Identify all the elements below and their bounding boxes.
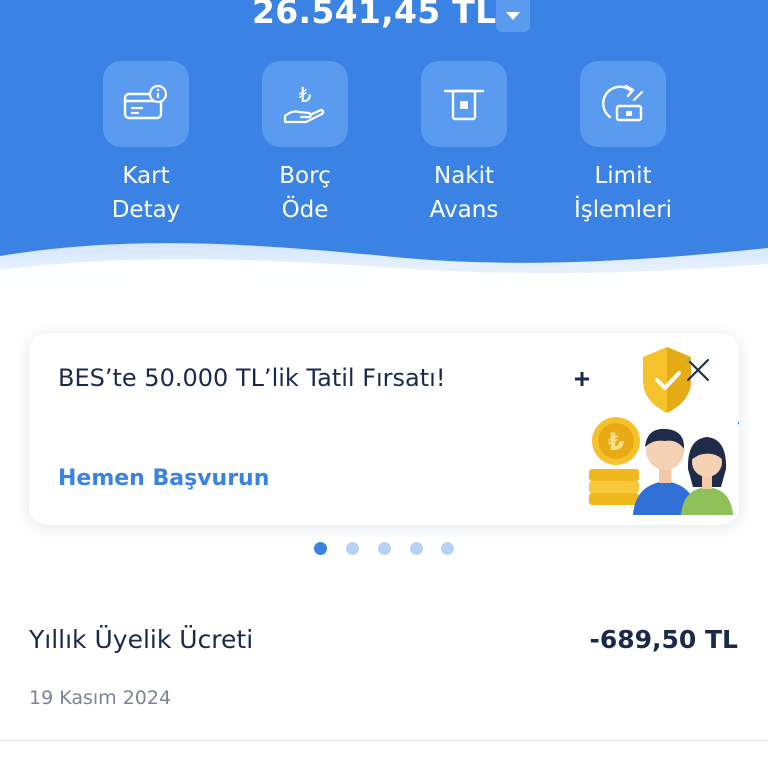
carousel-dot-3[interactable]: [378, 542, 391, 555]
woman-figure-icon: [681, 437, 733, 515]
sparkle-plus-small-icon: [738, 421, 739, 425]
apply-now-link[interactable]: Hemen Başvurun: [58, 466, 269, 491]
balance-dropdown-button[interactable]: [496, 0, 530, 32]
carousel-indicator: [0, 542, 768, 556]
carousel-dot-2[interactable]: [346, 542, 359, 555]
limit-refresh-icon: [602, 84, 644, 122]
carousel-dot-4[interactable]: [410, 542, 423, 555]
transaction-title: Yıllık Üyelik Ücreti: [29, 625, 254, 654]
svg-text:₺: ₺: [299, 83, 312, 107]
limit-islemleri-label: Limit İşlemleri: [573, 163, 673, 223]
borc-ode-button[interactable]: ₺ Borç Öde: [250, 61, 360, 227]
chevron-down-icon: [506, 12, 520, 20]
svg-text:₺: ₺: [608, 428, 625, 456]
balance-row: 26.541,45 TL: [0, 0, 768, 40]
account-header: 26.541,45 TL Kart Detay ₺ Borç Öde Nakit…: [0, 0, 768, 300]
nakit-avans-tile[interactable]: [421, 61, 507, 147]
list-divider: [0, 740, 768, 741]
carousel-dot-5[interactable]: [441, 542, 454, 555]
kart-detay-tile[interactable]: [103, 61, 189, 147]
limit-islemleri-button[interactable]: Limit İşlemleri: [568, 61, 678, 227]
promo-title: BES’te 50.000 TL’lik Tatil Fırsatı!: [58, 364, 446, 392]
promo-card[interactable]: BES’te 50.000 TL’lik Tatil Fırsatı! Heme…: [29, 333, 739, 525]
transaction-date: 19 Kasım 2024: [29, 687, 172, 709]
kart-detay-button[interactable]: Kart Detay: [91, 61, 201, 227]
kart-detay-label: Kart Detay: [111, 163, 181, 223]
transaction-amount: -689,50 TL: [589, 625, 738, 654]
lira-hand-icon: ₺: [283, 83, 325, 124]
close-icon: [686, 358, 709, 381]
card-info-icon: [123, 84, 168, 120]
transaction-row[interactable]: Yıllık Üyelik Ücreti -689,50 TL 19 Kasım…: [0, 610, 768, 740]
borc-ode-label: Borç Öde: [279, 163, 331, 223]
carousel-dot-1[interactable]: [314, 542, 327, 555]
nakit-avans-button[interactable]: Nakit Avans: [409, 61, 519, 227]
header-wave: [0, 243, 768, 300]
nakit-avans-label: Nakit Avans: [429, 163, 499, 223]
atm-cash-icon: [443, 89, 485, 121]
card-balance: 26.541,45 TL: [252, 0, 497, 31]
gold-coins-icon: ₺: [589, 417, 640, 505]
limit-islemleri-tile[interactable]: [580, 61, 666, 147]
promo-close-button[interactable]: [681, 353, 715, 387]
borc-ode-tile[interactable]: ₺: [262, 61, 348, 147]
sparkle-plus-icon: [575, 372, 589, 386]
